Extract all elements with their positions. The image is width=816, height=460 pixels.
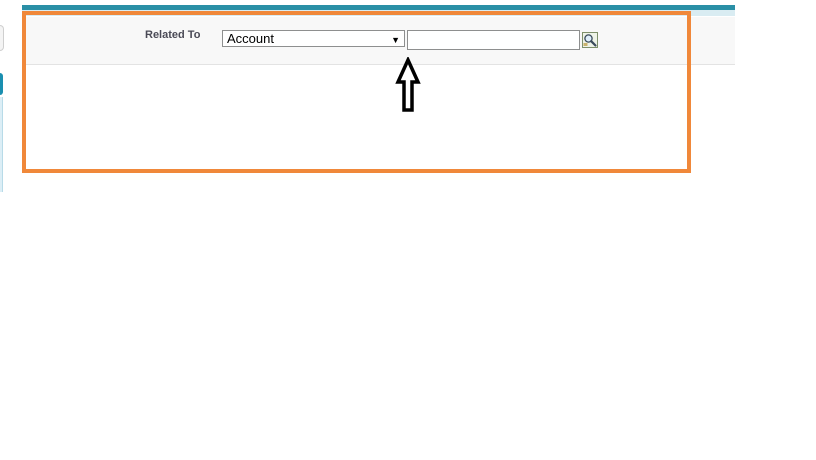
dropdown-arrow-icon: ▼ bbox=[391, 35, 400, 45]
sidebar-collapse-tab[interactable] bbox=[0, 25, 4, 51]
related-to-select-value: Account bbox=[227, 31, 274, 46]
up-arrow-annotation-icon bbox=[395, 57, 421, 112]
related-to-label: Related To bbox=[145, 29, 201, 41]
section-body bbox=[26, 65, 735, 172]
related-to-lookup-input[interactable] bbox=[407, 30, 580, 50]
sidebar-accent bbox=[0, 73, 3, 95]
sidebar-panel bbox=[0, 97, 3, 192]
header-strip-shadow bbox=[22, 10, 735, 16]
related-to-select[interactable]: Account ▼ bbox=[222, 30, 405, 47]
lookup-icon[interactable] bbox=[582, 32, 598, 48]
